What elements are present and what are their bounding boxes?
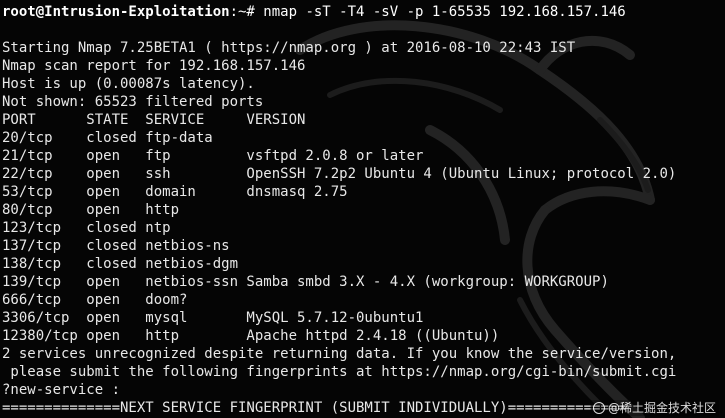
prompt-path: :~# xyxy=(229,4,255,20)
output-line: 21/tcp open ftp vsftpd 2.0.8 or later xyxy=(2,148,424,164)
watermark-text: @稀土掘金技术社区 xyxy=(607,401,716,415)
output-line: Not shown: 65523 filtered ports xyxy=(2,94,264,110)
output-line: Host is up (0.00087s latency). xyxy=(2,76,255,92)
output-line: Starting Nmap 7.25BETA1 ( https://nmap.o… xyxy=(2,40,576,56)
output-line: 139/tcp open netbios-ssn Samba smbd 3.X … xyxy=(2,274,609,290)
output-line: 12380/tcp open http Apache httpd 2.4.18 … xyxy=(2,328,500,344)
output-line: 53/tcp open domain dnsmasq 2.75 xyxy=(2,184,348,200)
juejin-logo-icon xyxy=(592,402,605,414)
output-line: 2 services unrecognized despite returnin… xyxy=(2,346,677,362)
terminal-window[interactable]: root@Intrusion-Exploitation:~# nmap -sT … xyxy=(0,0,725,418)
prompt-user-host: root@Intrusion-Exploitation xyxy=(2,4,230,20)
output-line: 666/tcp open doom? xyxy=(2,292,188,308)
output-line: 20/tcp closed ftp-data xyxy=(2,130,213,146)
output-line: 137/tcp closed netbios-ns xyxy=(2,238,230,254)
output-line: 22/tcp open ssh OpenSSH 7.2p2 Ubuntu 4 (… xyxy=(2,166,677,182)
terminal-output: root@Intrusion-Exploitation:~# nmap -sT … xyxy=(2,3,725,417)
output-line: 123/tcp closed ntp xyxy=(2,220,171,236)
output-line: Nmap scan report for 192.168.157.146 xyxy=(2,58,306,74)
output-line: 3306/tcp open mysql MySQL 5.7.12-0ubuntu… xyxy=(2,310,424,326)
output-line: please submit the following fingerprints… xyxy=(2,364,677,380)
watermark: @稀土掘金技术社区 xyxy=(589,400,719,416)
output-line: 80/tcp open http xyxy=(2,202,180,218)
output-line: 138/tcp closed netbios-dgm xyxy=(2,256,239,272)
command-prompt-line: root@Intrusion-Exploitation:~# nmap -sT … xyxy=(2,3,725,21)
output-line: PORT STATE SERVICE VERSION xyxy=(2,112,306,128)
output-line: ?new-service : xyxy=(2,382,121,398)
command-text: nmap -sT -T4 -sV -p 1-65535 192.168.157.… xyxy=(254,4,626,20)
